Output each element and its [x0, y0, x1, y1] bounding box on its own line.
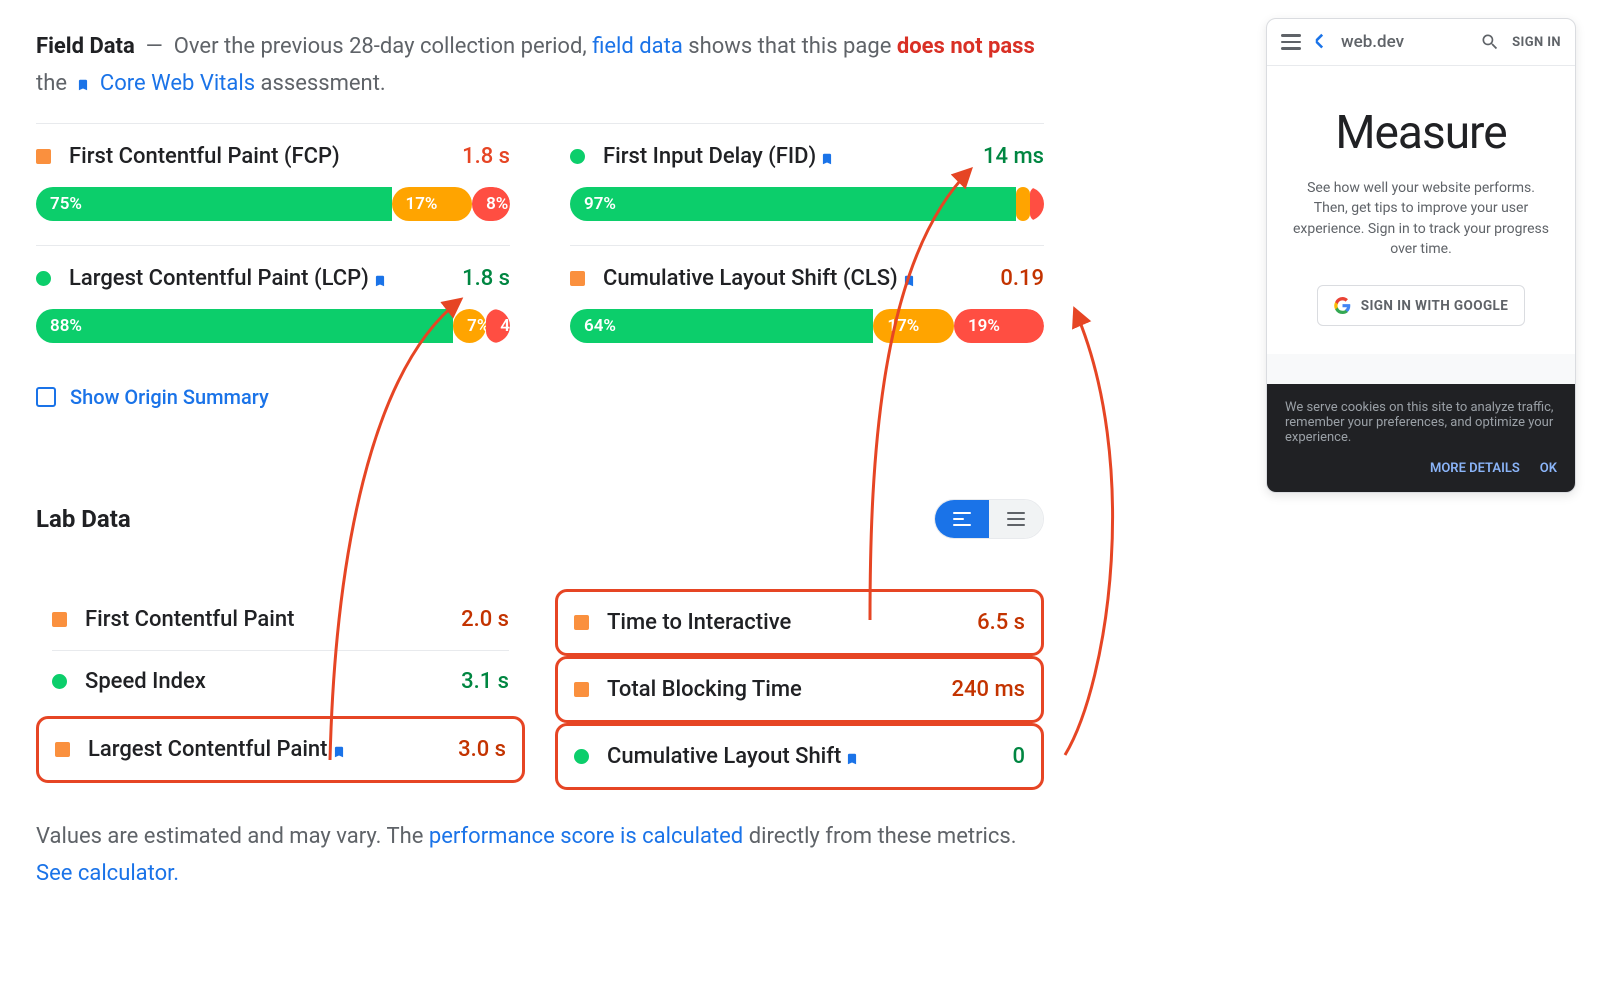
- field-metric: Largest Contentful Paint (LCP) 1.8 s 88%…: [36, 246, 510, 367]
- phone-preview: web.dev SIGN IN Measure See how well you…: [1266, 18, 1576, 493]
- lab-metric: Cumulative Layout Shift 0: [555, 723, 1044, 790]
- view-left-icon[interactable]: [935, 500, 989, 538]
- bookmark-icon: [902, 269, 916, 287]
- bar-segment: 7%: [453, 309, 486, 343]
- checkbox-icon[interactable]: [36, 387, 56, 407]
- lab-metric: Time to Interactive 6.5 s: [555, 589, 1044, 656]
- bar-segment: 17%: [392, 187, 473, 221]
- google-signin-button[interactable]: SIGN IN WITH GOOGLE: [1317, 285, 1526, 326]
- footer-note: Values are estimated and may vary. The p…: [36, 818, 1044, 893]
- metric-value: 3.0 s: [458, 737, 506, 762]
- status-bullet: [36, 271, 51, 286]
- phone-title: Measure: [1291, 106, 1551, 160]
- metric-value: 240 ms: [952, 677, 1025, 702]
- bar-segment: 4%: [486, 309, 510, 343]
- bar-segment: 19%: [954, 309, 1044, 343]
- google-icon: [1334, 297, 1351, 314]
- bookmark-icon: [76, 67, 90, 85]
- status-bullet: [52, 674, 67, 689]
- hamburger-icon[interactable]: [1281, 34, 1301, 50]
- metric-value: 1.8 s: [462, 266, 510, 291]
- metric-value: 0.19: [1000, 266, 1044, 291]
- field-metric: Cumulative Layout Shift (CLS) 0.19 64%17…: [570, 246, 1044, 367]
- status-bullet: [574, 682, 589, 697]
- field-data-title: Field Data: [36, 34, 135, 59]
- field-metric: First Input Delay (FID) 14 ms 97%2%1%: [570, 124, 1044, 245]
- metric-value: 14 ms: [983, 144, 1044, 169]
- metric-name: Speed Index: [85, 669, 206, 694]
- report-main: Field Data — Over the previous 28-day co…: [0, 0, 1080, 921]
- webdev-logo[interactable]: web.dev: [1313, 31, 1404, 53]
- distribution-bar: 64%17%19%: [570, 309, 1044, 343]
- status-bullet: [570, 271, 585, 286]
- lab-data-title: Lab Data: [36, 505, 131, 533]
- perf-score-link[interactable]: performance score is calculated: [429, 824, 743, 849]
- status-bullet: [574, 615, 589, 630]
- metric-value: 0: [1012, 744, 1025, 769]
- cookie-banner: We serve cookies on this site to analyze…: [1267, 384, 1575, 492]
- metric-name: Total Blocking Time: [607, 677, 802, 702]
- lab-metric: Total Blocking Time 240 ms: [555, 656, 1044, 723]
- field-data-summary: Field Data — Over the previous 28-day co…: [36, 28, 1044, 103]
- bar-segment: 64%: [570, 309, 873, 343]
- view-toggle[interactable]: [934, 499, 1044, 539]
- bookmark-icon: [845, 747, 859, 765]
- bar-segment: 17%: [873, 309, 954, 343]
- calculator-link[interactable]: See calculator.: [36, 861, 179, 886]
- bar-segment: 97%: [570, 187, 1016, 221]
- metric-name: Cumulative Layout Shift (CLS): [603, 266, 898, 291]
- field-metric: First Contentful Paint (FCP) 1.8 s 75%17…: [36, 124, 510, 245]
- metric-value: 2.0 s: [461, 607, 509, 632]
- bookmark-icon: [820, 147, 834, 165]
- bar-segment: 2%: [1016, 187, 1030, 221]
- sign-in-link[interactable]: SIGN IN: [1512, 35, 1561, 50]
- bar-segment: 75%: [36, 187, 392, 221]
- distribution-bar: 88%7%4%: [36, 309, 510, 343]
- metric-name: First Input Delay (FID): [603, 144, 816, 169]
- bookmark-icon: [332, 740, 346, 758]
- metric-value: 1.8 s: [462, 144, 510, 169]
- show-origin-summary[interactable]: Show Origin Summary: [36, 367, 1044, 409]
- field-metrics: First Contentful Paint (FCP) 1.8 s 75%17…: [36, 124, 1044, 367]
- metric-value: 3.1 s: [461, 669, 509, 694]
- metric-name: Cumulative Layout Shift: [607, 744, 841, 769]
- bar-segment: 1%: [1030, 187, 1044, 221]
- status-bullet: [570, 149, 585, 164]
- status-bullet: [55, 742, 70, 757]
- phone-desc: See how well your website performs. Then…: [1291, 178, 1551, 259]
- bookmark-icon: [373, 269, 387, 287]
- cookie-more[interactable]: MORE DETAILS: [1430, 461, 1520, 476]
- metric-name: First Contentful Paint (FCP): [69, 144, 340, 169]
- lab-metric: First Contentful Paint 2.0 s: [36, 589, 525, 650]
- metric-name: Largest Contentful Paint: [88, 737, 328, 762]
- search-icon[interactable]: [1480, 32, 1500, 52]
- metric-name: First Contentful Paint: [85, 607, 294, 632]
- metric-name: Time to Interactive: [607, 610, 791, 635]
- view-list-icon[interactable]: [989, 500, 1043, 538]
- status-bullet: [36, 149, 51, 164]
- status-bullet: [52, 612, 67, 627]
- status-bullet: [574, 749, 589, 764]
- metric-value: 6.5 s: [977, 610, 1025, 635]
- lab-metric: Speed Index 3.1 s: [36, 651, 525, 712]
- lab-metric: Largest Contentful Paint 3.0 s: [36, 716, 525, 783]
- cookie-ok[interactable]: OK: [1540, 461, 1557, 476]
- bar-segment: 88%: [36, 309, 453, 343]
- metric-name: Largest Contentful Paint (LCP): [69, 266, 369, 291]
- assessment-status: does not pass: [897, 34, 1035, 59]
- distribution-bar: 97%2%1%: [570, 187, 1044, 221]
- field-data-link[interactable]: field data: [592, 34, 683, 59]
- bar-segment: 8%: [472, 187, 510, 221]
- distribution-bar: 75%17%8%: [36, 187, 510, 221]
- lab-metrics: First Contentful Paint 2.0 s Speed Index…: [36, 589, 1044, 790]
- core-web-vitals-link[interactable]: Core Web Vitals: [100, 71, 255, 96]
